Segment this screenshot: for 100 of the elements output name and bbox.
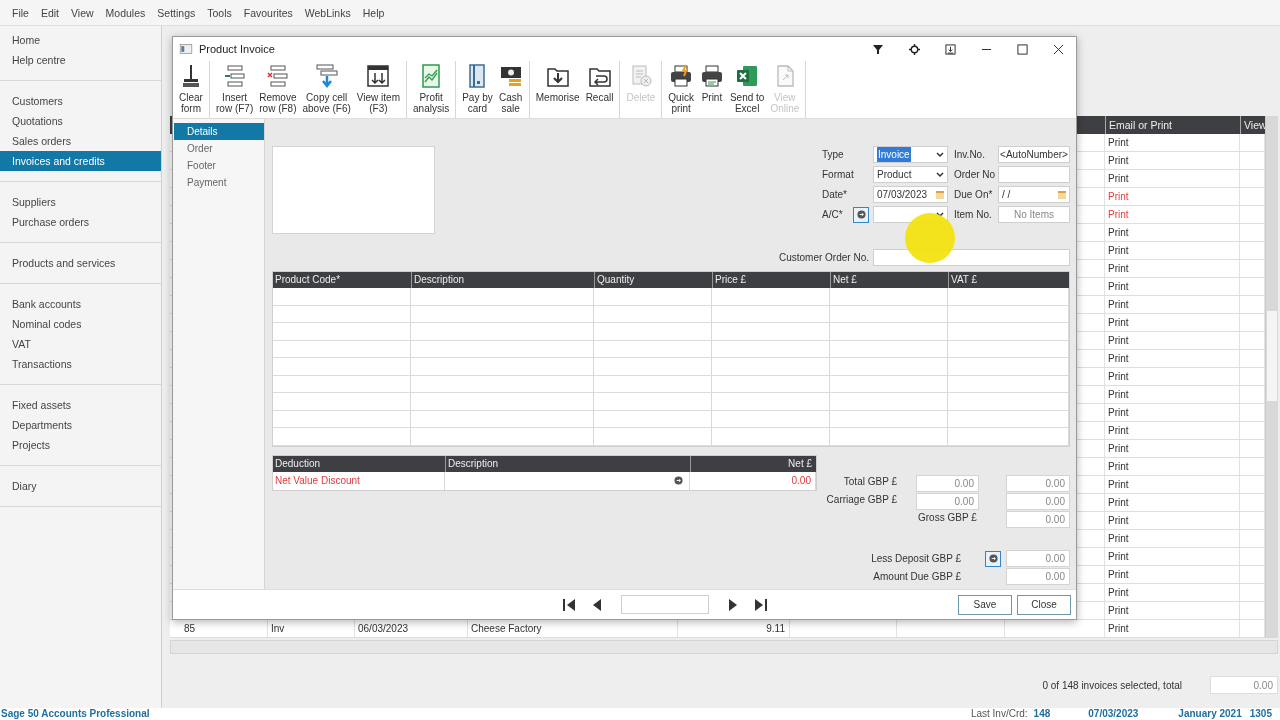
type-dropdown[interactable]: Invoice (873, 146, 948, 163)
column-header[interactable]: Email or Print (1105, 116, 1240, 134)
cash-icon (498, 64, 523, 88)
field-label: Type (822, 148, 845, 162)
menu-item[interactable]: View (65, 6, 100, 19)
toolbar-button[interactable]: Memorise (532, 61, 583, 118)
lookup-button[interactable] (853, 206, 869, 223)
amount-field[interactable]: 0.00 (1006, 492, 1070, 510)
menu-item[interactable]: Edit (34, 6, 65, 19)
table-cell-text: 85 (183, 623, 196, 634)
sidebar-item[interactable]: VAT (0, 334, 161, 354)
column-header: VAT £ (948, 272, 1069, 288)
menu-item[interactable]: Favourites (237, 6, 299, 19)
selection-summary: 0 of 148 invoices selected, total (1042, 679, 1182, 691)
sidebar-item[interactable]: Products and services (0, 253, 161, 273)
toolbar-button[interactable]: View item (F3) (353, 61, 403, 118)
menu-item[interactable]: File (6, 6, 35, 19)
sidebar-item[interactable]: Fixed assets (0, 395, 161, 415)
sidebar-item[interactable]: Bank accounts (0, 294, 161, 314)
view-item-icon (366, 64, 391, 88)
sidebar-item[interactable]: Departments (0, 415, 161, 435)
table-cell-text: Print (1107, 479, 1129, 490)
toolbar-button[interactable]: Insert row (F7) (213, 61, 257, 118)
sidebar-item[interactable]: Projects (0, 435, 161, 455)
toolbar-button[interactable]: Pay by card (459, 61, 496, 118)
table-cell-text: Print (1107, 155, 1129, 166)
column-header: Deduction (274, 456, 322, 471)
dialog-button[interactable]: Save (958, 594, 1012, 615)
field-label: Date* (822, 188, 848, 202)
deposit-button[interactable] (985, 550, 1001, 567)
table-cell-text: Print (1107, 425, 1129, 436)
total-label: Gross GBP £ (917, 510, 978, 525)
amount-field[interactable]: 0.00 (916, 474, 979, 492)
invoice-number-field[interactable]: <AutoNumber> (998, 146, 1070, 163)
table-cell: Net Value Discount (273, 471, 445, 490)
toolbar-button[interactable]: Cash sale (495, 61, 526, 118)
toolbar-button[interactable]: Remove row (F8) (256, 61, 300, 118)
toolbar-button[interactable]: Copy cell above (F6) (299, 61, 354, 118)
table-cell-text: Print (1107, 191, 1129, 202)
section-tab[interactable]: Details (174, 123, 264, 140)
toolbar-button[interactable]: Print (696, 61, 727, 118)
sidebar-item[interactable]: Suppliers (0, 192, 161, 212)
sidebar-item[interactable]: Help centre (0, 50, 161, 70)
sidebar-item[interactable]: Sales orders (0, 131, 161, 151)
item-number-field: No Items (998, 206, 1070, 223)
table-cell-text: Print (1107, 245, 1129, 256)
section-tab[interactable]: Payment (174, 174, 264, 191)
menu-item[interactable]: Modules (99, 6, 152, 19)
table-cell-text: Print (1107, 407, 1129, 418)
table-cell-text: Print (1107, 263, 1129, 274)
table-cell: 9.11 (766, 623, 785, 634)
toolbar-button[interactable]: Clear form (176, 61, 206, 118)
amount-field[interactable]: 0.00 (916, 492, 979, 510)
toolbar-button[interactable]: Send to Excel (726, 61, 768, 118)
table-cell-text: Print (1107, 587, 1129, 598)
amount-field[interactable]: 0.00 (1006, 549, 1070, 567)
window-title: Product Invoice (199, 43, 275, 55)
section-tab[interactable]: Footer (174, 157, 264, 174)
date-field[interactable]: 07/03/2023 (873, 186, 948, 203)
table-cell-text: Print (1107, 209, 1129, 220)
sidebar-item[interactable]: Nominal codes (0, 314, 161, 334)
horizontal-scrollbar[interactable] (170, 640, 1278, 654)
menu-item[interactable]: Settings (151, 6, 202, 19)
menu-item[interactable]: Help (356, 6, 391, 19)
status-value: 1305 (1249, 708, 1272, 720)
table-cell: 0.00 (690, 471, 816, 490)
table-cell-text: Print (1107, 371, 1129, 382)
vertical-scrollbar[interactable] (1265, 116, 1278, 638)
printer-lightning-icon (669, 64, 694, 88)
amount-field[interactable]: 0.00 (1006, 510, 1070, 528)
table-cell-text: Print (1107, 533, 1129, 544)
sidebar-item[interactable]: Invoices and credits (0, 151, 161, 171)
table-cell-text: Print (1107, 173, 1129, 184)
amount-field[interactable]: 0.00 (1006, 474, 1070, 492)
sidebar-item[interactable]: Quotations (0, 111, 161, 131)
table-cell-text: Print (1107, 227, 1129, 238)
order-number-field[interactable] (998, 166, 1070, 183)
sidebar-item[interactable]: Purchase orders (0, 212, 161, 232)
menu-item[interactable]: Tools (201, 6, 238, 19)
section-tab[interactable]: Order (174, 140, 264, 157)
record-field[interactable] (621, 595, 709, 614)
table-cell-text: Print (1107, 317, 1129, 328)
format-dropdown[interactable]: Product (873, 166, 948, 183)
sidebar-item[interactable]: Home (0, 30, 161, 50)
toolbar-button[interactable]: Quick print (665, 61, 697, 118)
field-label: Inv.No. (953, 148, 986, 162)
table-cell-text: Print (1107, 335, 1129, 346)
dialog-button[interactable]: Close (1017, 594, 1071, 615)
product-name: Sage 50 Accounts Professional (1, 708, 150, 720)
toolbar-button[interactable]: Recall (582, 61, 617, 118)
toolbar-button[interactable]: Profit analysis (410, 61, 453, 118)
due-date-field[interactable]: / / (998, 186, 1070, 203)
sidebar-item[interactable]: Customers (0, 91, 161, 111)
menu-item[interactable]: WebLinks (298, 6, 357, 19)
table-cell-text: Print (1107, 281, 1129, 292)
amount-field[interactable]: 0.00 (1006, 567, 1070, 585)
table-cell-text: Inv (270, 623, 285, 634)
sidebar-item[interactable]: Diary (0, 476, 161, 496)
insert-row-icon (222, 64, 247, 88)
sidebar-item[interactable]: Transactions (0, 354, 161, 374)
